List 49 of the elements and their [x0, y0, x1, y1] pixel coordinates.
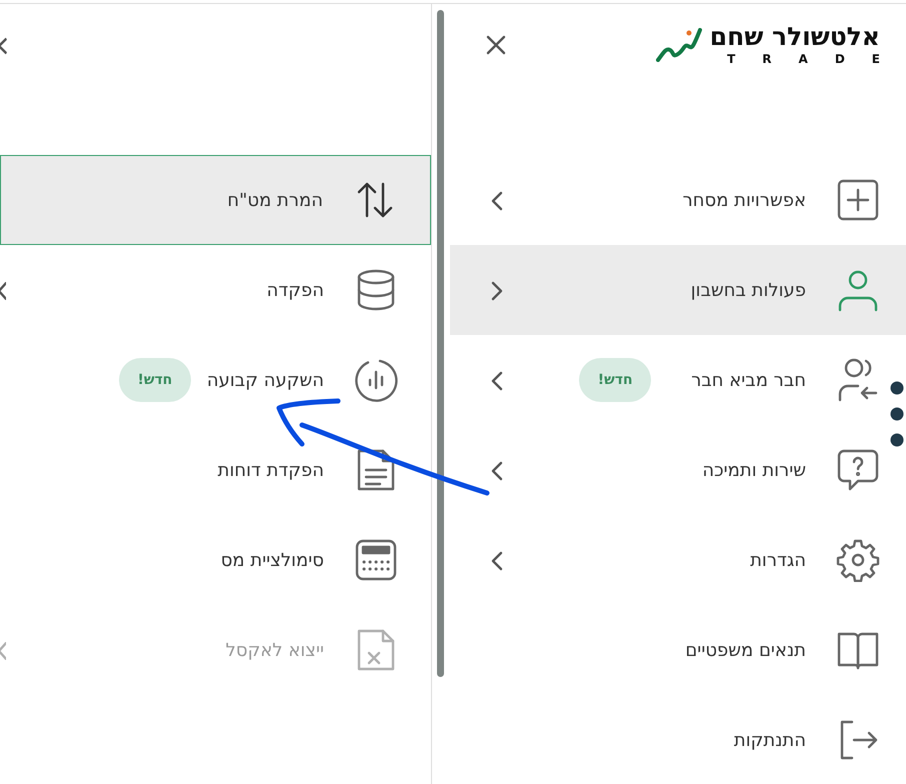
close-icon — [0, 37, 7, 55]
menu-label: ייצוא לאקסל — [226, 638, 324, 662]
close-button[interactable] — [0, 37, 7, 55]
chevron-icon — [490, 190, 504, 212]
menu-item[interactable]: שירות ותמיכה — [450, 425, 906, 515]
menu-label: חבר מביא חבר — [691, 368, 806, 392]
user-icon — [836, 268, 880, 312]
menu-label: אפשרויות מסחר — [682, 188, 806, 212]
chevron-icon — [490, 550, 504, 572]
chevron-icon — [490, 460, 504, 482]
chart-circle-icon — [354, 358, 398, 402]
menu-item[interactable]: השקעה קבועה חדש! — [0, 335, 431, 425]
close-button[interactable] — [485, 34, 507, 56]
menu-item[interactable]: הפקדת דוחות — [0, 425, 431, 515]
menu-label: המרת מט"ח — [227, 188, 323, 212]
menu-label: סימולציית מס — [220, 548, 324, 572]
menu-item[interactable]: פעולות בחשבון — [450, 245, 906, 335]
chevron-icon — [490, 280, 504, 302]
users-arrow-icon — [836, 358, 880, 402]
menu-label: תנאים משפטיים — [685, 638, 806, 662]
plus-square-icon — [836, 178, 880, 222]
menu-label: הגדרות — [750, 548, 806, 572]
menu-item[interactable]: המרת מט"ח — [0, 155, 431, 245]
settings-icon — [836, 538, 880, 582]
new-badge: חדש! — [579, 358, 652, 402]
menu-item[interactable]: סימולציית מס — [0, 515, 431, 605]
help-chat-icon — [836, 448, 880, 492]
chevron-icon — [0, 642, 6, 660]
logo-tagline: TRADE — [727, 53, 906, 65]
close-icon — [485, 34, 507, 56]
new-badge: חדש! — [118, 358, 191, 402]
menu-label: פעולות בחשבון — [690, 278, 806, 302]
menu-item[interactable]: התנתקות — [450, 695, 906, 784]
calculator-icon — [354, 538, 398, 582]
scrollbar[interactable] — [437, 10, 444, 677]
chevron-icon — [0, 282, 6, 300]
menu-item[interactable]: הפקדה — [0, 245, 431, 335]
menu-item[interactable]: חבר מביא חבר חדש! — [450, 335, 906, 425]
menu-label: הפקדת דוחות — [218, 458, 324, 482]
menu-label: התנתקות — [734, 728, 806, 752]
logo-name: אלטשולר שחם — [710, 24, 880, 49]
menu-item[interactable]: הגדרות — [450, 515, 906, 605]
menu-label: הפקדה — [266, 278, 324, 302]
chevron-icon — [490, 370, 504, 392]
logo-icon — [656, 28, 702, 62]
menu-label: שירות ותמיכה — [702, 458, 806, 482]
menu-label: השקעה קבועה — [206, 368, 324, 392]
menu-item[interactable]: תנאים משפטיים — [450, 605, 906, 695]
menu-item[interactable]: אפשרויות מסחר — [450, 155, 906, 245]
